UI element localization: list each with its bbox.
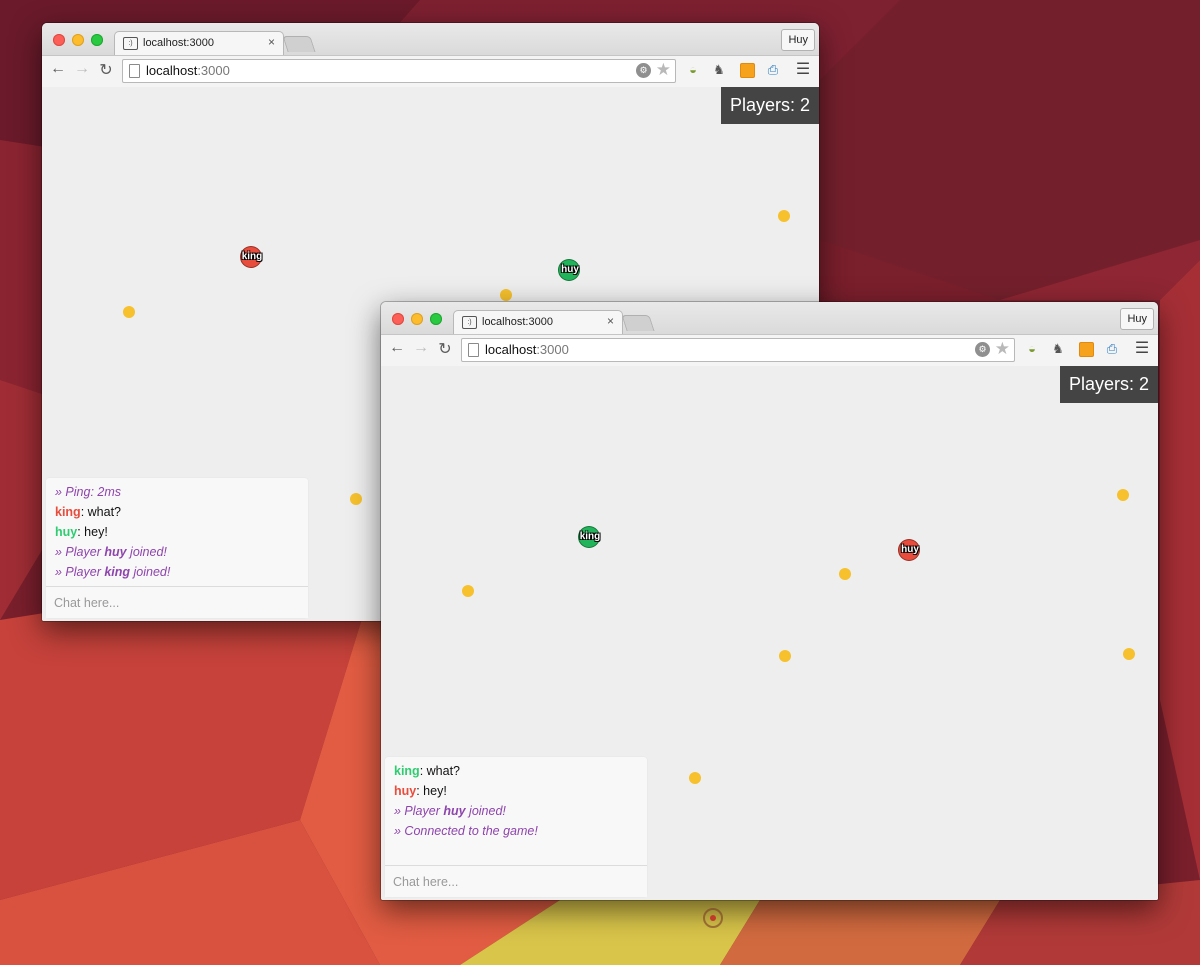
evernote-icon[interactable]: ♞ bbox=[1049, 340, 1067, 358]
address-bar[interactable]: localhost:3000 ⚙ ★ bbox=[461, 338, 1015, 362]
tab-close-icon[interactable]: × bbox=[268, 35, 275, 49]
food-pellet bbox=[778, 210, 790, 222]
orange-extension-icon[interactable] bbox=[1077, 340, 1095, 358]
food-pellet bbox=[350, 493, 362, 505]
title-bar[interactable]: :) localhost:3000 × Huy bbox=[381, 302, 1158, 335]
players-counter: Players: 2 bbox=[1059, 366, 1158, 403]
chat-box: king: what? huy: hey! » Player huy joine… bbox=[385, 757, 647, 897]
player-cell: huy bbox=[898, 539, 920, 561]
chat-input[interactable] bbox=[391, 872, 635, 892]
page-icon bbox=[129, 64, 140, 78]
printer-extension-icon[interactable]: ⎙ bbox=[764, 61, 782, 79]
tab-title: localhost:3000 bbox=[143, 37, 214, 49]
chat-username: king bbox=[394, 764, 420, 778]
tab-favicon-icon: :) bbox=[123, 37, 138, 50]
page-icon bbox=[468, 343, 479, 357]
tab-favicon-icon: :) bbox=[462, 316, 477, 329]
browser-window-2: :) localhost:3000 × Huy ← → ↻ localhost:… bbox=[381, 302, 1158, 900]
chat-input-row bbox=[46, 586, 308, 618]
chat-username: huy bbox=[55, 525, 78, 539]
profile-button[interactable]: Huy bbox=[781, 29, 815, 51]
player-name: huy bbox=[901, 544, 919, 555]
food-pellet bbox=[123, 306, 135, 318]
close-window-button[interactable] bbox=[53, 34, 65, 46]
reload-icon[interactable]: ↻ bbox=[435, 339, 455, 359]
back-arrow-icon[interactable]: ← bbox=[387, 339, 407, 357]
basket-extension-icon[interactable]: ◒ bbox=[684, 61, 702, 79]
browser-toolbar: ← → ↻ localhost:3000 ⚙ ★ ◒ ♞ ⎙ ☰ bbox=[381, 334, 1158, 367]
basket-extension-icon[interactable]: ◒ bbox=[1023, 340, 1041, 358]
chat-message: king: what? bbox=[394, 764, 461, 778]
player-name: huy bbox=[561, 264, 579, 275]
browser-tab[interactable]: :) localhost:3000 × bbox=[114, 31, 284, 56]
forward-arrow-icon[interactable]: → bbox=[72, 60, 92, 78]
back-arrow-icon[interactable]: ← bbox=[48, 60, 68, 78]
hamburger-menu-icon[interactable]: ☰ bbox=[794, 61, 812, 79]
title-bar[interactable]: :) localhost:3000 × Huy bbox=[42, 23, 819, 56]
player-name: king bbox=[579, 531, 601, 542]
player-cell: king bbox=[578, 526, 600, 548]
players-counter: Players: 2 bbox=[720, 87, 819, 124]
player-name: king bbox=[241, 251, 263, 262]
chat-box: » Ping: 2ms king: what? huy: hey! » Play… bbox=[46, 478, 308, 618]
zoom-window-button[interactable] bbox=[430, 313, 442, 325]
food-pellet bbox=[462, 585, 474, 597]
minimize-window-button[interactable] bbox=[411, 313, 423, 325]
chat-message: » Player huy joined! bbox=[55, 545, 167, 559]
chat-username: huy bbox=[394, 784, 417, 798]
tab-title: localhost:3000 bbox=[482, 316, 553, 328]
extension-omnibox-icon[interactable]: ⚙ bbox=[975, 342, 990, 357]
extension-omnibox-icon[interactable]: ⚙ bbox=[636, 63, 651, 78]
forward-arrow-icon[interactable]: → bbox=[411, 339, 431, 357]
zoom-window-button[interactable] bbox=[91, 34, 103, 46]
food-pellet bbox=[500, 289, 512, 301]
chat-message: » Player huy joined! bbox=[394, 804, 506, 818]
bookmark-star-icon[interactable]: ★ bbox=[995, 339, 1010, 359]
player-cell: huy bbox=[558, 259, 580, 281]
player-cell: king bbox=[240, 246, 262, 268]
chat-message: » Connected to the game! bbox=[394, 824, 538, 838]
chat-message: huy: hey! bbox=[55, 525, 108, 539]
chat-message: » Ping: 2ms bbox=[55, 485, 122, 499]
orange-extension-icon[interactable] bbox=[738, 61, 756, 79]
hamburger-menu-icon[interactable]: ☰ bbox=[1133, 340, 1151, 358]
chat-username: king bbox=[55, 505, 81, 519]
food-pellet bbox=[689, 772, 701, 784]
profile-button[interactable]: Huy bbox=[1120, 308, 1154, 330]
address-bar[interactable]: localhost:3000 ⚙ ★ bbox=[122, 59, 676, 83]
chat-message: » Player king joined! bbox=[55, 565, 171, 579]
evernote-icon[interactable]: ♞ bbox=[710, 61, 728, 79]
new-tab-button[interactable] bbox=[621, 315, 655, 331]
game-canvas[interactable]: Players: 2 king huy king: what? huy: hey… bbox=[381, 366, 1158, 900]
food-pellet bbox=[1123, 648, 1135, 660]
dock-indicator-icon[interactable] bbox=[703, 908, 723, 928]
url-text: localhost:3000 bbox=[146, 63, 230, 78]
browser-toolbar: ← → ↻ localhost:3000 ⚙ ★ ◒ ♞ ⎙ ☰ bbox=[42, 55, 819, 88]
food-pellet bbox=[839, 568, 851, 580]
chat-input-row bbox=[385, 865, 647, 897]
chat-message: king: what? bbox=[55, 505, 122, 519]
url-text: localhost:3000 bbox=[485, 342, 569, 357]
browser-tab[interactable]: :) localhost:3000 × bbox=[453, 310, 623, 335]
bookmark-star-icon[interactable]: ★ bbox=[656, 60, 671, 80]
printer-extension-icon[interactable]: ⎙ bbox=[1103, 340, 1121, 358]
food-pellet bbox=[1117, 489, 1129, 501]
new-tab-button[interactable] bbox=[282, 36, 316, 52]
chat-message: huy: hey! bbox=[394, 784, 447, 798]
tab-close-icon[interactable]: × bbox=[607, 314, 614, 328]
food-pellet bbox=[779, 650, 791, 662]
chat-input[interactable] bbox=[52, 593, 296, 613]
reload-icon[interactable]: ↻ bbox=[96, 60, 116, 80]
minimize-window-button[interactable] bbox=[72, 34, 84, 46]
close-window-button[interactable] bbox=[392, 313, 404, 325]
